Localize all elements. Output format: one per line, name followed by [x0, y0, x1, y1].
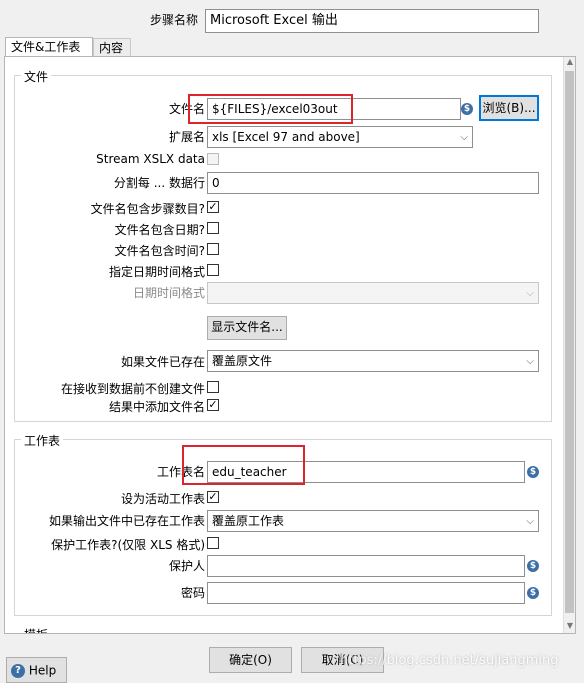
step-name-label: 步骤名称 — [149, 13, 198, 27]
stream-xslx-label: Stream XSLX data — [96, 152, 205, 166]
scrollbar-thumb[interactable] — [565, 71, 574, 613]
if-sheet-exists-value: 覆盖原工作表 — [212, 514, 285, 528]
show-filenames-button[interactable]: 显示文件名... — [207, 316, 287, 340]
include-stepnr-label: 文件名包含步骤数目? — [90, 202, 205, 216]
ok-button[interactable]: 确定(O) — [209, 647, 292, 673]
include-stepnr-checkbox[interactable]: ✓ — [207, 201, 219, 213]
chevron-down-icon: ⌵ — [526, 516, 534, 527]
dollar-variable-icon: $ — [527, 560, 539, 572]
vertical-scrollbar[interactable]: ▲ ▼ — [563, 57, 575, 633]
chevron-down-icon: ⌵ — [460, 132, 468, 143]
extension-select[interactable]: xls [Excel 97 and above] ⌵ — [207, 126, 473, 148]
protect-sheet-checkbox[interactable] — [207, 537, 219, 549]
date-format-label: 日期时间格式 — [132, 286, 205, 300]
help-question-icon: ? — [11, 663, 25, 678]
if-exists-select[interactable]: 覆盖原文件 ⌵ — [207, 350, 539, 372]
scroll-down-icon[interactable]: ▼ — [565, 621, 575, 633]
if-sheet-exists-label: 如果输出文件中已存在工作表 — [48, 514, 205, 528]
include-date-label: 文件名包含日期? — [114, 223, 205, 237]
add-to-result-checkbox[interactable]: ✓ — [207, 399, 219, 411]
file-group-title: 文件 — [21, 68, 52, 85]
split-every-label: 分割每 ... 数据行 — [113, 176, 205, 190]
no-create-empty-checkbox[interactable] — [207, 381, 219, 393]
specify-format-label: 指定日期时间格式 — [108, 265, 205, 279]
extension-label: 扩展名 — [168, 130, 205, 144]
step-name-input[interactable]: Microsoft Excel 输出 — [205, 9, 539, 33]
stream-xslx-checkbox[interactable] — [207, 153, 219, 165]
protected-by-label: 保护人 — [168, 559, 205, 573]
specify-format-checkbox[interactable] — [207, 264, 219, 276]
if-exists-value: 覆盖原文件 — [212, 354, 273, 368]
password-label: 密码 — [180, 586, 205, 600]
if-exists-label: 如果文件已存在 — [120, 355, 205, 369]
split-every-input[interactable]: 0 — [207, 172, 539, 194]
sheet-name-highlight-box — [182, 445, 305, 485]
dollar-variable-icon: $ — [527, 587, 539, 599]
if-sheet-exists-select[interactable]: 覆盖原工作表 ⌵ — [207, 510, 539, 532]
browse-button[interactable]: 浏览(B)... — [479, 95, 539, 121]
dollar-variable-icon: $ — [461, 103, 473, 115]
include-time-label: 文件名包含时间? — [114, 244, 205, 258]
add-to-result-label: 结果中添加文件名 — [108, 400, 205, 414]
help-label: Help — [28, 663, 57, 678]
protected-by-input[interactable] — [207, 555, 525, 577]
include-time-checkbox[interactable] — [207, 243, 219, 255]
password-input[interactable] — [207, 582, 525, 604]
date-format-select[interactable]: ⌵ — [207, 282, 539, 304]
make-active-label: 设为活动工作表 — [120, 492, 205, 506]
make-active-checkbox[interactable]: ✓ — [207, 491, 219, 503]
tab-file-sheet[interactable]: 文件&工作表 — [5, 37, 93, 57]
chevron-down-icon: ⌵ — [526, 288, 534, 299]
chevron-down-icon: ⌵ — [526, 356, 534, 367]
sheet-group-title: 工作表 — [21, 432, 64, 449]
include-date-checkbox[interactable] — [207, 222, 219, 234]
help-button[interactable]: ? Help — [6, 657, 67, 683]
dollar-variable-icon: $ — [527, 466, 539, 478]
no-create-empty-label: 在接收到数据前不创建文件 — [60, 382, 205, 396]
watermark-text: https://blog.csdn.net/sujiangming — [340, 653, 559, 668]
filename-highlight-box — [188, 94, 353, 124]
tab-panel: 文件 文件名 ${FILES}/excel03out $ 浏览(B)... 扩展… — [4, 56, 576, 634]
tab-content[interactable]: 内容 — [93, 38, 131, 57]
template-group — [14, 633, 552, 634]
protect-sheet-label: 保护工作表?(仅限 XLS 格式) — [51, 538, 205, 552]
template-group-title: 模板 — [21, 626, 52, 633]
scroll-up-icon[interactable]: ▲ — [565, 57, 575, 69]
extension-value: xls [Excel 97 and above] — [212, 130, 360, 144]
